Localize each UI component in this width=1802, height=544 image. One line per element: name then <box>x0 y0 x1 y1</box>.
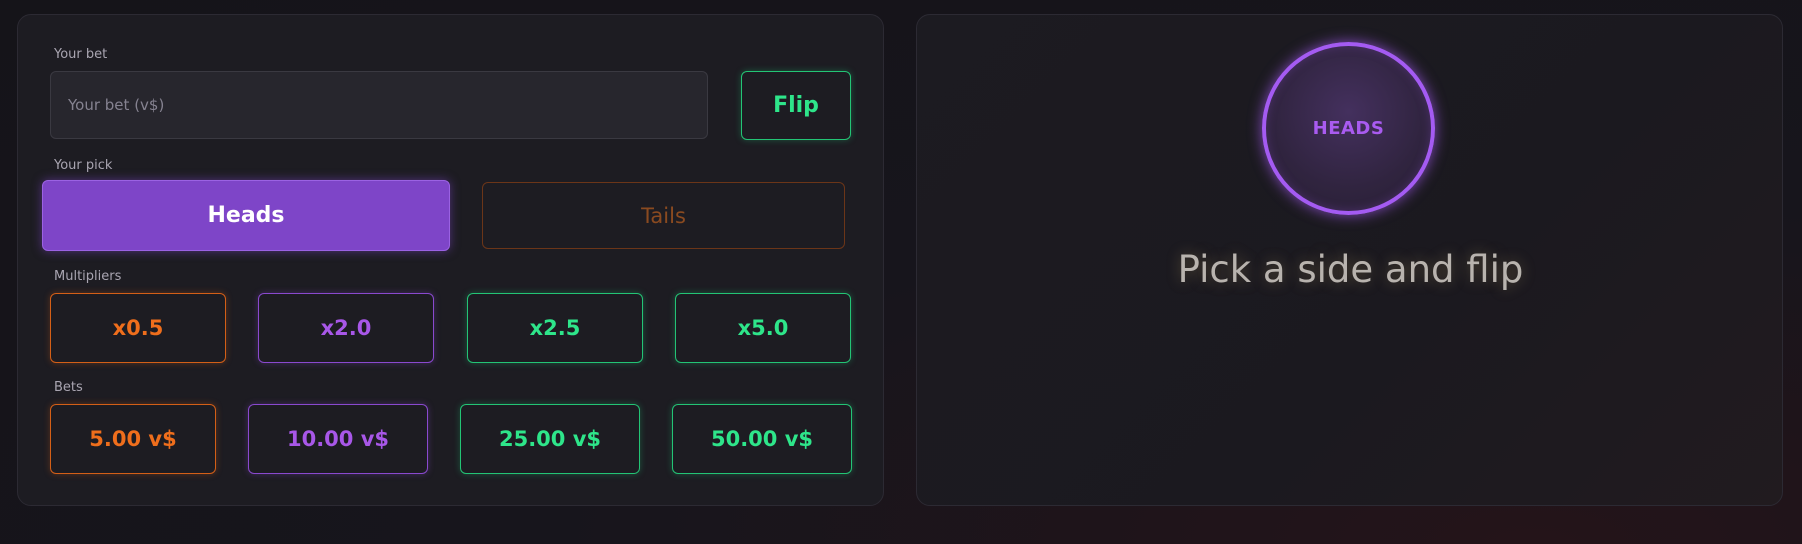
multiplier-button-5-0[interactable]: x5.0 <box>675 293 851 363</box>
bet-preset-50[interactable]: 50.00 v$ <box>672 404 852 474</box>
bet-input[interactable] <box>50 71 708 139</box>
heads-button[interactable]: Heads <box>42 180 450 251</box>
bets-label: Bets <box>54 380 83 395</box>
multiplier-button-0-5[interactable]: x0.5 <box>50 293 226 363</box>
bet-preset-10[interactable]: 10.00 v$ <box>248 404 428 474</box>
multipliers-label: Multipliers <box>54 269 122 284</box>
coin-panel: HEADS Pick a side and flip <box>916 14 1783 506</box>
bet-preset-25[interactable]: 25.00 v$ <box>460 404 640 474</box>
bet-preset-5[interactable]: 5.00 v$ <box>50 404 216 474</box>
flip-button[interactable]: Flip <box>741 71 851 140</box>
bet-label: Your bet <box>54 47 108 62</box>
multiplier-button-2-5[interactable]: x2.5 <box>467 293 643 363</box>
coin-face-label: HEADS <box>1312 118 1385 139</box>
multiplier-button-2-0[interactable]: x2.0 <box>258 293 434 363</box>
pick-label: Your pick <box>54 158 113 173</box>
coin: HEADS <box>1262 42 1435 215</box>
bet-panel: Your bet Flip Your pick Heads Tails Mult… <box>17 14 884 506</box>
status-message: Pick a side and flip <box>1177 248 1524 291</box>
tails-button[interactable]: Tails <box>482 182 845 249</box>
